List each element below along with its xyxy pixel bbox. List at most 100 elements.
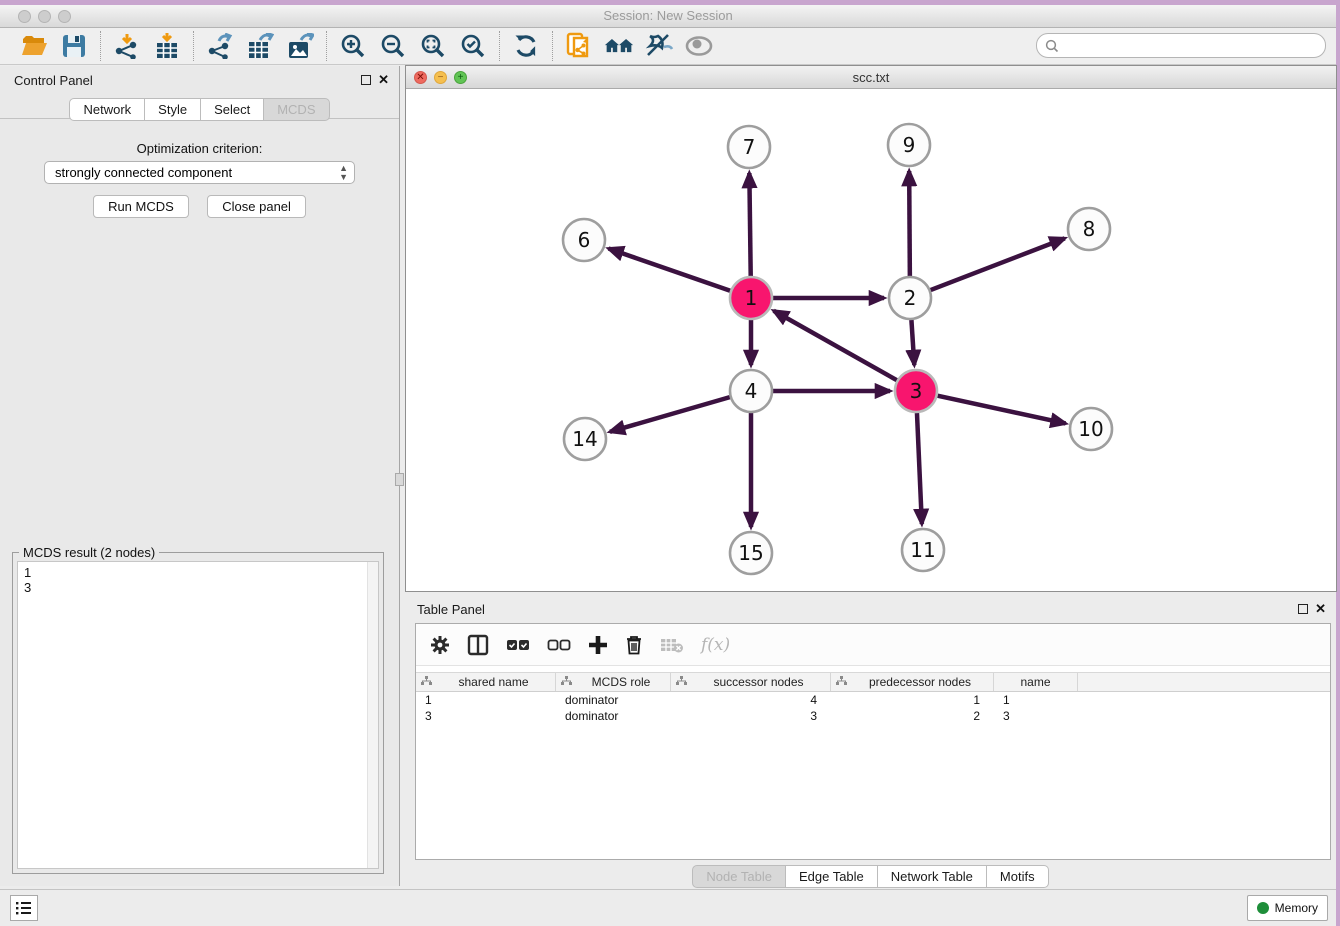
export-network-icon[interactable]: [205, 31, 235, 61]
network-view-window: ✕ − + scc.txt 7 9 6 8 1 2 4 3 14 10 15 11: [405, 65, 1337, 592]
memory-button[interactable]: Memory: [1247, 895, 1328, 921]
status-bar: Memory: [0, 889, 1336, 926]
edge-2-8[interactable]: [931, 238, 1065, 290]
column-header-shared-name[interactable]: shared name: [416, 673, 556, 691]
table-panel-tabs: Node TableEdge TableNetwork TableMotifs: [692, 865, 1048, 888]
run-mcds-button[interactable]: Run MCDS: [93, 195, 189, 218]
export-table-icon[interactable]: [245, 31, 275, 61]
cell-MCDS-role[interactable]: dominator: [556, 708, 671, 724]
refresh-view-icon[interactable]: [511, 31, 541, 61]
reset-view-icon[interactable]: [604, 31, 634, 61]
graph-node-14[interactable]: 14: [564, 418, 606, 460]
graph-node-15[interactable]: 15: [730, 532, 772, 574]
table-panel-title: Table Panel: [417, 602, 485, 617]
network-canvas[interactable]: 7 9 6 8 1 2 4 3 14 10 15 11: [406, 89, 1336, 591]
toggle-column-view-icon[interactable]: [467, 634, 489, 656]
save-session-icon[interactable]: [59, 31, 89, 61]
network-window-titlebar: ✕ − + scc.txt: [406, 66, 1336, 89]
close-panel-button[interactable]: Close panel: [207, 195, 306, 218]
graph-node-1[interactable]: 1: [730, 277, 772, 319]
tab-motifs[interactable]: Motifs: [987, 865, 1049, 888]
zoom-out-icon[interactable]: [378, 31, 408, 61]
edge-3-1[interactable]: [774, 311, 897, 380]
optimization-criterion-select[interactable]: strongly connected component ▲▼: [44, 161, 355, 184]
zoom-selected-icon[interactable]: [458, 31, 488, 61]
mcds-result-list[interactable]: 1 3: [17, 561, 379, 869]
graph-node-7[interactable]: 7: [728, 126, 770, 168]
graph-node-10[interactable]: 10: [1070, 408, 1112, 450]
toggle-graphics-details-icon[interactable]: [644, 31, 674, 61]
column-header-name[interactable]: name: [994, 673, 1078, 691]
add-column-icon[interactable]: [588, 635, 608, 655]
tab-network[interactable]: Network: [69, 98, 145, 121]
cell-MCDS-role[interactable]: dominator: [556, 692, 671, 708]
cell-name[interactable]: 3: [994, 708, 1078, 724]
import-network-icon[interactable]: [112, 31, 142, 61]
shared-column-icon: [421, 675, 432, 689]
cell-shared-name[interactable]: 3: [416, 708, 556, 724]
edge-2-3[interactable]: [911, 320, 914, 365]
tab-edge-table[interactable]: Edge Table: [786, 865, 878, 888]
table-toolbar: f(x): [416, 624, 1330, 666]
close-panel-icon[interactable]: ✕: [378, 72, 389, 88]
graph-node-9[interactable]: 9: [888, 124, 930, 166]
export-image-icon[interactable]: [285, 31, 315, 61]
cell-shared-name[interactable]: 1: [416, 692, 556, 708]
edge-3-10[interactable]: [937, 396, 1065, 424]
node-table: f(x) shared nameMCDS rolesuccessor nodes…: [415, 623, 1331, 860]
graph-node-6[interactable]: 6: [563, 219, 605, 261]
graph-node-8[interactable]: 8: [1068, 208, 1110, 250]
mcds-result-title: MCDS result (2 nodes): [19, 545, 159, 560]
clone-network-icon[interactable]: [564, 31, 594, 61]
graph-node-3[interactable]: 3: [895, 370, 937, 412]
open-file-icon[interactable]: [19, 31, 49, 61]
column-header-predecessor-nodes[interactable]: predecessor nodes: [831, 673, 994, 691]
cell-successor-nodes[interactable]: 3: [671, 708, 831, 724]
show-hide-annotations-icon[interactable]: [684, 31, 714, 61]
tab-mcds[interactable]: MCDS: [264, 98, 329, 121]
cell-successor-nodes[interactable]: 4: [671, 692, 831, 708]
column-header-MCDS-role[interactable]: MCDS role: [556, 673, 671, 691]
svg-text:14: 14: [572, 427, 597, 451]
deselect-all-columns-icon[interactable]: [547, 639, 571, 651]
cell-predecessor-nodes[interactable]: 2: [831, 708, 994, 724]
svg-text:7: 7: [743, 135, 756, 159]
optimization-criterion-label: Optimization criterion:: [0, 141, 399, 156]
splitter-handle[interactable]: [395, 473, 404, 486]
settings-gear-icon[interactable]: [430, 635, 450, 655]
edge-4-14[interactable]: [610, 397, 730, 432]
edge-1-7[interactable]: [749, 173, 750, 276]
table-row[interactable]: 3dominator323: [416, 708, 1330, 724]
svg-text:6: 6: [578, 228, 591, 252]
cell-name[interactable]: 1: [994, 692, 1078, 708]
task-history-button[interactable]: [10, 895, 38, 921]
graph-node-2[interactable]: 2: [889, 277, 931, 319]
result-scrollbar[interactable]: [367, 562, 378, 868]
import-table-icon[interactable]: [152, 31, 182, 61]
delete-column-icon[interactable]: [625, 634, 643, 655]
table-close-panel-icon[interactable]: ✕: [1315, 601, 1326, 617]
edge-1-6[interactable]: [609, 249, 731, 291]
search-icon: [1045, 39, 1059, 53]
mcds-result-groupbox: MCDS result (2 nodes) 1 3: [12, 552, 384, 874]
table-float-panel-icon[interactable]: [1298, 604, 1308, 614]
cell-predecessor-nodes[interactable]: 1: [831, 692, 994, 708]
zoom-fit-icon[interactable]: [418, 31, 448, 61]
tab-style[interactable]: Style: [145, 98, 201, 121]
tab-network-table[interactable]: Network Table: [878, 865, 987, 888]
zoom-in-icon[interactable]: [338, 31, 368, 61]
network-window-title: scc.txt: [406, 70, 1336, 85]
table-panel: Table Panel ✕: [405, 595, 1336, 860]
search-input[interactable]: [1064, 39, 1317, 53]
edge-2-9[interactable]: [909, 171, 910, 276]
tab-node-table[interactable]: Node Table: [692, 865, 786, 888]
float-panel-icon[interactable]: [361, 75, 371, 85]
edge-3-11[interactable]: [917, 413, 922, 524]
tab-select[interactable]: Select: [201, 98, 264, 121]
select-all-columns-icon[interactable]: [506, 639, 530, 651]
search-field[interactable]: [1036, 33, 1326, 58]
graph-node-11[interactable]: 11: [902, 529, 944, 571]
graph-node-4[interactable]: 4: [730, 370, 772, 412]
table-row[interactable]: 1dominator411: [416, 692, 1330, 708]
column-header-successor-nodes[interactable]: successor nodes: [671, 673, 831, 691]
